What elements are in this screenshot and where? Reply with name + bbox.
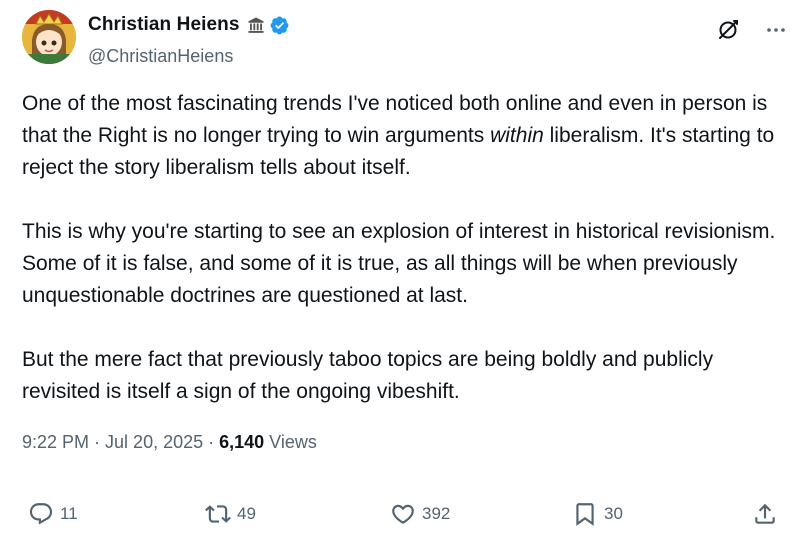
tweet-date[interactable]: Jul 20, 2025 bbox=[105, 432, 203, 452]
reply-count: 11 bbox=[60, 504, 78, 523]
meta-separator: · bbox=[89, 432, 106, 452]
share-icon bbox=[755, 503, 775, 524]
views-count: 6,140 bbox=[219, 432, 265, 452]
reply-button[interactable]: 11 bbox=[28, 492, 78, 536]
bookmark-button[interactable]: 30 bbox=[572, 492, 623, 536]
like-button[interactable]: 392 bbox=[390, 492, 450, 536]
tweet-meta: 9:22 PM · Jul 20, 2025 · 6,140 Views bbox=[22, 432, 317, 453]
more-options-icon[interactable] bbox=[764, 18, 788, 42]
meta-separator: · bbox=[203, 432, 220, 452]
avatar-image bbox=[22, 10, 76, 64]
tweet-time[interactable]: 9:22 PM bbox=[22, 432, 89, 452]
name-row: Christian Heiens bbox=[88, 14, 290, 36]
tweet-paragraph-1: One of the most fascinating trends I've … bbox=[22, 88, 792, 184]
author-handle[interactable]: @ChristianHeiens bbox=[88, 46, 290, 67]
reply-icon bbox=[29, 503, 53, 525]
tweet-action-bar: 11 49 392 30 bbox=[0, 492, 803, 536]
heart-icon bbox=[392, 504, 414, 524]
tweet-header: Christian Heiens @ChristianHeiens bbox=[22, 8, 792, 68]
tweet-paragraph-3: But the mere fact that previously taboo … bbox=[22, 348, 714, 403]
avatar[interactable] bbox=[22, 10, 76, 64]
author-display-name[interactable]: Christian Heiens bbox=[88, 14, 240, 36]
grok-icon[interactable] bbox=[716, 18, 740, 42]
like-count: 392 bbox=[422, 504, 451, 523]
repost-count: 49 bbox=[237, 504, 256, 523]
views-label: Views bbox=[264, 432, 317, 452]
repost-icon bbox=[205, 505, 231, 523]
author-block: Christian Heiens @ChristianHeiens bbox=[88, 14, 290, 67]
repost-button[interactable]: 49 bbox=[205, 492, 256, 536]
bookmark-count: 30 bbox=[604, 504, 623, 523]
share-button[interactable] bbox=[752, 492, 778, 536]
tweet-body: One of the most fascinating trends I've … bbox=[22, 88, 792, 408]
verified-badge-icon[interactable] bbox=[269, 15, 290, 36]
tweet-text-emphasis: within bbox=[490, 124, 544, 147]
tweet-paragraph-2: This is why you're starting to see an ex… bbox=[22, 220, 776, 307]
bookmark-icon bbox=[576, 503, 594, 526]
classical-building-icon bbox=[248, 17, 264, 33]
